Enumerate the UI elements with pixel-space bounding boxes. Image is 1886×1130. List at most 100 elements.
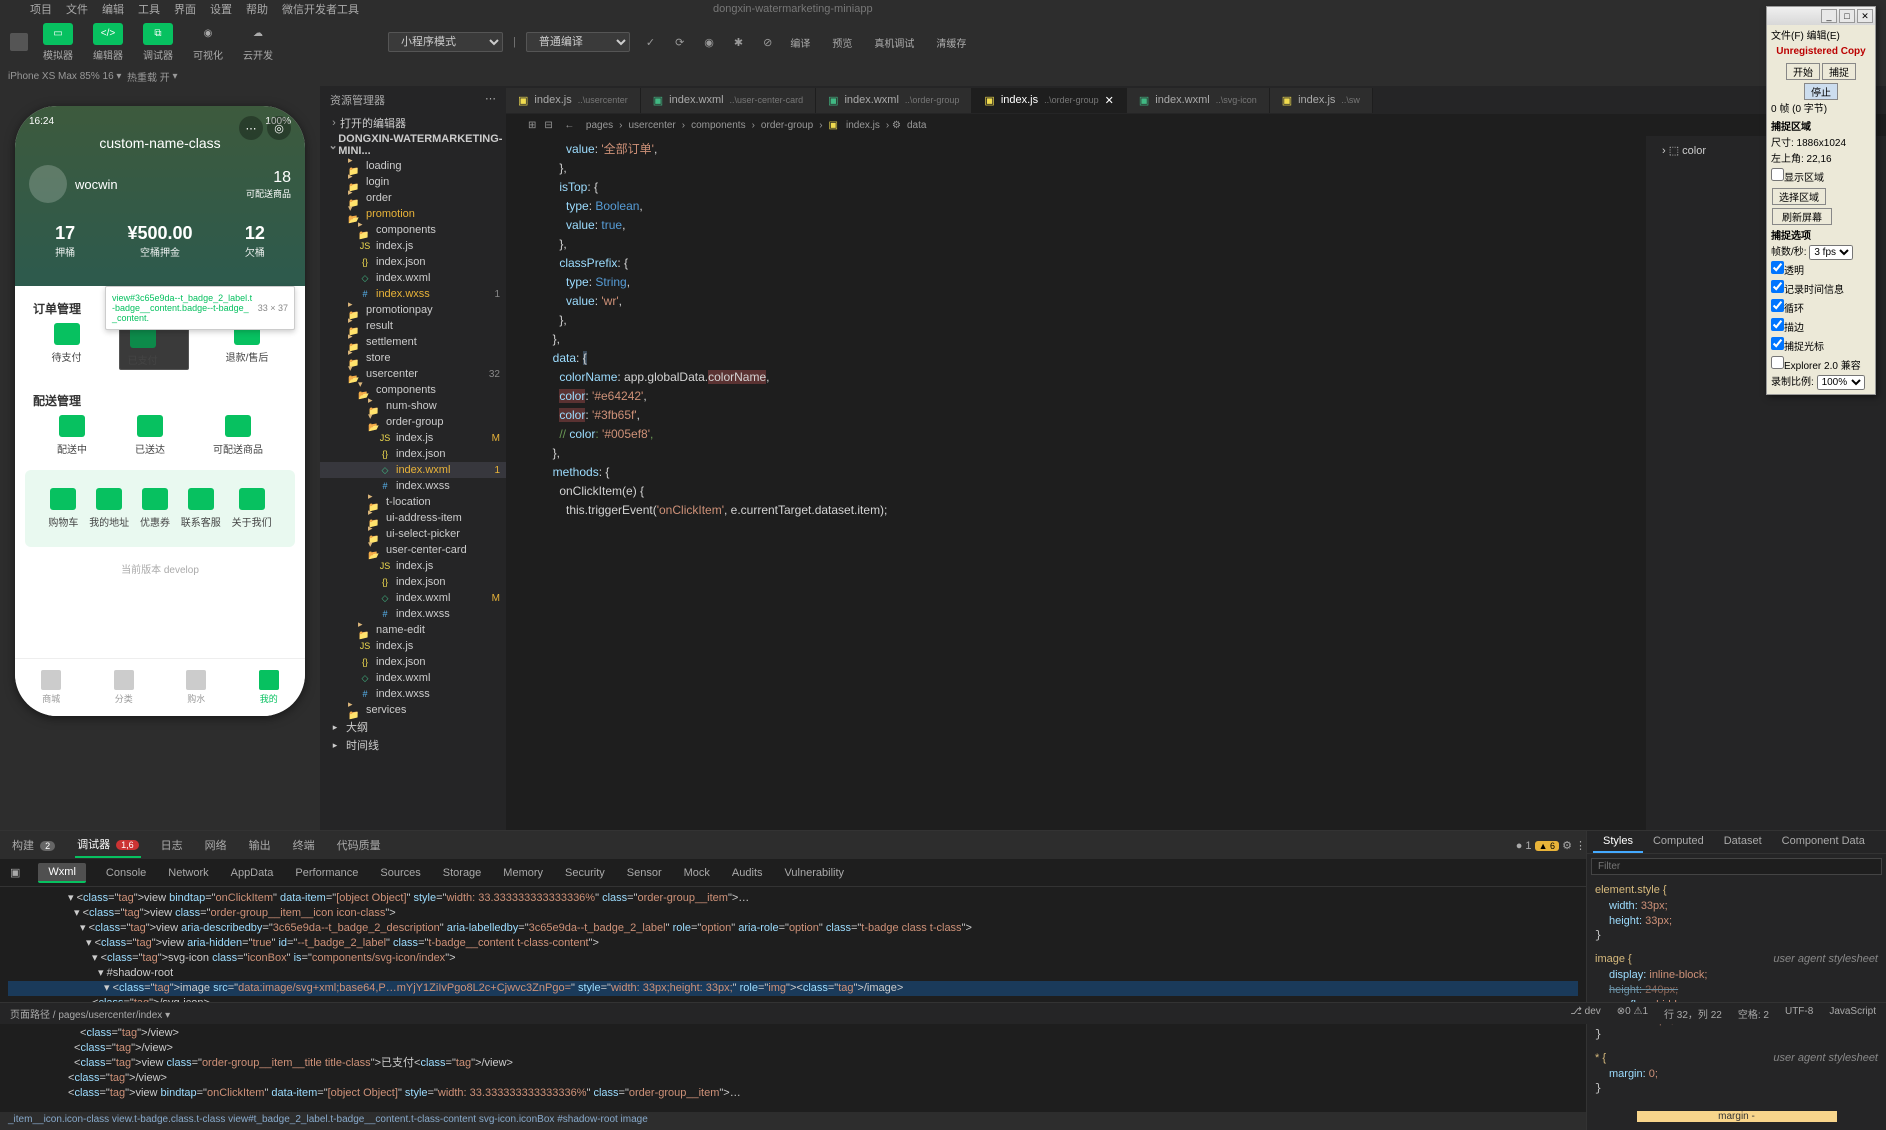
device-bar: iPhone XS Max 85% 16 ▾ 热重载 开 ▾ [0,66,1886,86]
tree-item[interactable]: ▸大纲 [320,718,506,736]
delivering-item[interactable]: 配送中 [57,415,87,456]
editor-tab[interactable]: ▣ index.js ..\order-group ✕ [972,88,1126,113]
tree-item[interactable]: ▾ 📂user-center-card [320,542,506,558]
eye-icon[interactable]: ◉ [704,36,714,49]
cart-item[interactable]: 购物车 [48,488,78,529]
explorer-more-icon[interactable]: ⋯ [485,92,496,108]
tree-item[interactable]: ◇index.wxml1 [320,462,506,478]
service-item[interactable]: 联系客服 [181,488,221,529]
preview-action[interactable]: 预览 [832,35,852,50]
brush-icon[interactable]: ⊘ [763,36,772,49]
editor-tab[interactable]: ▣ index.js ..\usercenter [506,88,641,113]
code-editor: ▣ index.js ..\usercenter▣ index.wxml ..\… [506,86,1886,830]
code-area[interactable]: value: '全部订单', },⌄ isTop: { type: Boolea… [506,136,1646,830]
tree-item[interactable]: ▸ 📁num-show [320,398,506,414]
file-explorer: 资源管理器⋯ ›打开的编辑器 ⌄DONGXIN-WATERMARKETING-M… [320,86,506,830]
tree-item[interactable]: ▾ 📂usercenter32 [320,366,506,382]
tab-category[interactable]: 分类 [88,659,161,716]
capsule-close-icon[interactable]: ◎ [267,116,291,140]
compile-action[interactable]: 编译 [790,35,810,50]
clear-cache-action[interactable]: 清缓存 [936,35,966,50]
quality-icon[interactable]: ✓ [646,36,655,49]
tree-item[interactable]: {}index.json [320,254,506,270]
editor-tab[interactable]: ▣ index.wxml ..\user-center-card [641,88,816,113]
styles-panel: Styles Computed Dataset Component Data e… [1586,831,1886,1130]
tree-item[interactable]: JSindex.js [320,638,506,654]
paid-item[interactable]: 已支付 [119,323,189,370]
simulator-panel: 16:24100% custom-name-class ⋯◎ wocwin 18… [0,86,320,830]
tree-item[interactable]: ▸ 📁t-location [320,494,506,510]
tree-item[interactable]: #index.wxss [320,606,506,622]
start-btn[interactable]: 开始 [1786,63,1820,80]
devtools-panel: 构建 2 调试器 1,6 日志 网络 输出 终端 代码质量 ● 1 ▲ 6 ⚙ … [0,830,1886,1130]
tree-item[interactable]: ▸ 📁ui-address-item [320,510,506,526]
tree-item[interactable]: {}index.json [320,654,506,670]
tab-shop[interactable]: 商城 [15,659,88,716]
tree-item[interactable]: #index.wxss [320,478,506,494]
debugger-button[interactable]: ⧉调试器 [138,23,178,62]
tree-item[interactable]: {}index.json [320,446,506,462]
bug-icon[interactable]: ✱ [734,36,743,49]
editor-tabs: ▣ index.js ..\usercenter▣ index.wxml ..\… [506,86,1886,114]
maximize-icon[interactable]: □ [1839,9,1855,23]
about-item[interactable]: 关于我们 [232,488,272,529]
devtools-tabs: 构建 2 调试器 1,6 日志 网络 输出 终端 代码质量 ● 1 ▲ 6 ⚙ … [0,831,1586,859]
capsule-menu-icon[interactable]: ⋯ [239,116,263,140]
styles-tab[interactable]: Styles [1593,831,1643,853]
tab-buy[interactable]: 购水 [160,659,233,716]
stop-btn[interactable]: 停止 [1804,83,1838,100]
version-text: 当前版本 develop [15,561,305,576]
simulator-button[interactable]: ▭模拟器 [38,23,78,62]
main-toolbar: ▭模拟器 </>编辑器 ⧉调试器 ◉可视化 ☁云开发 小程序模式 | 普通编译 … [0,18,1886,66]
tree-item[interactable]: ▸ 📁services [320,702,506,718]
tab-me[interactable]: 我的 [233,659,306,716]
delivered-item[interactable]: 已送达 [135,415,165,456]
refund-item[interactable]: 退款/售后 [226,323,269,370]
tree-item[interactable]: ▸ 📁name-edit [320,622,506,638]
editor-tab[interactable]: ▣ index.wxml ..\svg-icon [1127,88,1270,113]
error-badge[interactable]: ● 1 [1516,840,1532,852]
elements-tree[interactable]: ▾ <class="tag">view bindtap="onClickItem… [0,887,1586,1112]
editor-tab[interactable]: ▣ index.js ..\sw [1270,88,1373,113]
tree-item[interactable]: ▸时间线 [320,736,506,754]
capture-btn[interactable]: 捕捉 [1822,63,1856,80]
capture-tool-window[interactable]: _□✕ 文件(F) 编辑(E) Unregistered Copy 开始捕捉停止… [1766,6,1876,395]
branch-indicator[interactable]: ⎇ dev [1570,1006,1600,1021]
box-model: margin - [1637,1111,1837,1122]
close-icon[interactable]: ✕ [1857,9,1873,23]
element-path[interactable]: _item__icon.icon-class view.t-badge.clas… [0,1112,1586,1130]
pending-pay-item[interactable]: 待支付 [52,323,82,370]
tree-item[interactable]: ▸ 📁ui-select-picker [320,526,506,542]
tree-item[interactable]: ◇index.wxml [320,670,506,686]
tree-item[interactable]: JSindex.js [320,558,506,574]
breadcrumb[interactable]: ⊞⊟ ← pages › usercenter › components › o… [506,114,1886,136]
tree-item[interactable]: ◇index.wxml [320,270,506,286]
minimize-icon[interactable]: _ [1821,9,1837,23]
open-editors[interactable]: ›打开的编辑器 [320,114,506,132]
refresh-icon[interactable]: ⟳ [675,36,684,49]
remote-debug-action[interactable]: 真机调试 [874,35,914,50]
coupon-item[interactable]: 优惠券 [140,488,170,529]
tree-item[interactable]: ◇index.wxmlM [320,590,506,606]
editor-tab[interactable]: ▣ index.wxml ..\order-group [816,88,972,113]
inspect-icon[interactable]: ▣ [10,866,20,879]
delivery-section: 配送管理 配送中 已送达 可配送商品 [25,384,295,464]
compile-select[interactable]: 普通编译 [526,32,630,52]
address-item[interactable]: 我的地址 [89,488,129,529]
tree-item[interactable]: ▾ 📂order-group [320,414,506,430]
avatar[interactable] [29,165,67,203]
inspector-tooltip: view#3c65e9da--t_badge_2_label.t -badge_… [105,286,295,330]
mode-select[interactable]: 小程序模式 [388,32,503,52]
tree-item[interactable]: JSindex.jsM [320,430,506,446]
visual-button[interactable]: ◉可视化 [188,23,228,62]
tree-item[interactable]: {}index.json [320,574,506,590]
wxml-tab[interactable]: Wxml [38,863,86,883]
can-deliver-item[interactable]: 可配送商品 [213,415,263,456]
tree-item[interactable]: ▾ 📂promotion [320,206,506,222]
cloud-button[interactable]: ☁云开发 [238,23,278,62]
tree-item[interactable]: JSindex.js [320,238,506,254]
phone-frame: 16:24100% custom-name-class ⋯◎ wocwin 18… [15,106,305,716]
editor-button[interactable]: </>编辑器 [88,23,128,62]
tab-debugger[interactable]: 调试器 1,6 [75,832,141,858]
style-filter[interactable] [1591,858,1882,875]
